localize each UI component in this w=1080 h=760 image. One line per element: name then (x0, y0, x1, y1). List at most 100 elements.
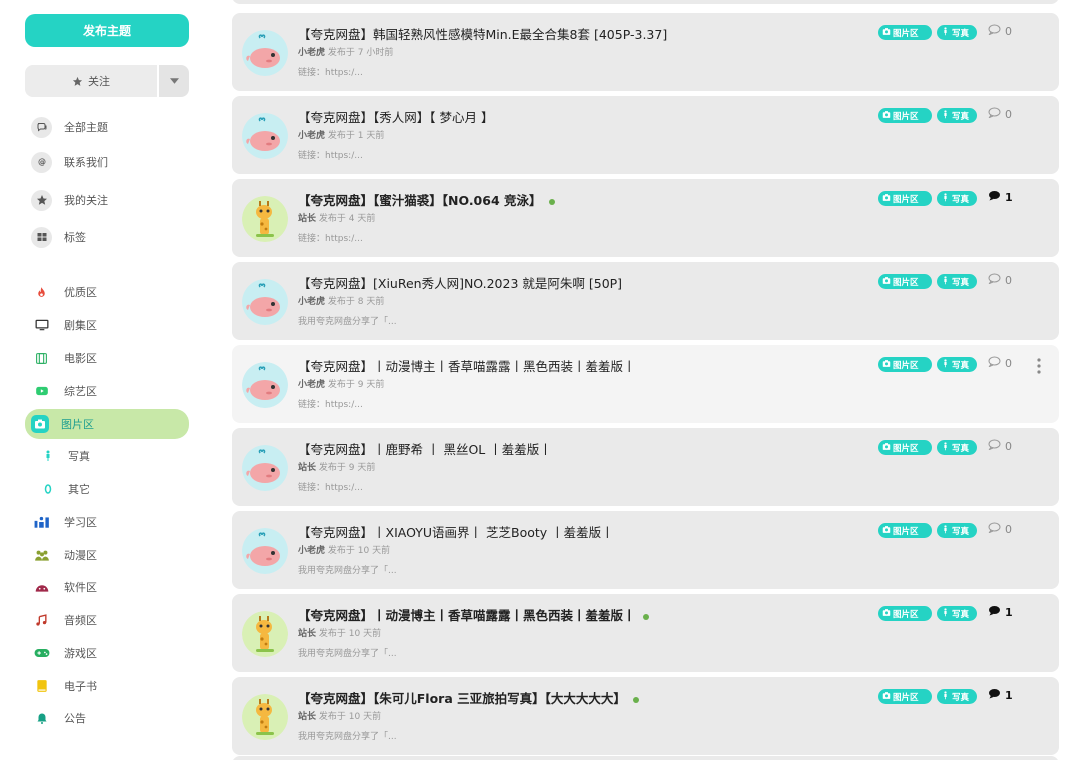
sidebar-category-label: 电子书 (64, 680, 97, 693)
sidebar-category-camera[interactable]: 图片区 (25, 409, 189, 439)
tag-picture-zone[interactable]: 图片区 (878, 25, 932, 40)
post-author[interactable]: 小老虎 (298, 131, 325, 141)
post-time: 发布于 10 天前 (318, 712, 382, 722)
avatar[interactable] (242, 113, 288, 159)
avatar[interactable] (242, 196, 288, 242)
post-author[interactable]: 小老虎 (298, 380, 325, 390)
list-item[interactable]: 【夸克网盘】【朱可儿Flora 三亚旅拍写真】【大大大大大】 站长 发布于 10… (232, 677, 1059, 755)
avatar[interactable] (242, 362, 288, 408)
list-item[interactable]: 【夸克网盘】韩国轻熟风性感模特Min.E最全合集8套 [405P-3.37] 小… (232, 13, 1059, 91)
avatar[interactable] (242, 445, 288, 491)
list-item[interactable] (232, 756, 1059, 760)
avatar[interactable] (242, 279, 288, 325)
sidebar-category-film[interactable]: 电影区 (25, 343, 189, 373)
post-author[interactable]: 站长 (298, 712, 316, 722)
tag-photoshoot[interactable]: 写真 (937, 357, 977, 372)
tag-picture-zone[interactable]: 图片区 (878, 274, 932, 289)
tag-photoshoot[interactable]: 写真 (937, 523, 977, 538)
sidebar-category-book[interactable]: 电子书 (25, 671, 189, 701)
tag-label: 图片区 (893, 526, 919, 537)
sidebar-category-zero[interactable]: 其它 (25, 474, 189, 504)
list-item[interactable]: 【夸克网盘】丨动漫博主丨香草喵露露丨黑色西装丨羞羞版丨 小老虎 发布于 9 天前… (232, 345, 1059, 423)
post-author[interactable]: 站长 (298, 214, 316, 224)
post-title[interactable]: 【夸克网盘】【秀人网】【 梦心月 】 (298, 107, 493, 126)
sidebar-category-studying[interactable]: 学习区 (25, 507, 189, 537)
sidebar-category-music[interactable]: 音频区 (25, 605, 189, 635)
music-icon (31, 610, 52, 631)
list-item[interactable]: 【夸克网盘】丨XIAOYU语画界丨 芝芝Booty 丨羞羞版丨 小老虎 发布于 … (232, 511, 1059, 589)
person-icon (941, 275, 950, 288)
tag-photoshoot[interactable]: 写真 (937, 108, 977, 123)
more-options-icon[interactable] (1036, 357, 1042, 375)
sidebar-category-gamepad[interactable]: 游戏区 (25, 638, 189, 668)
studying-icon (31, 512, 52, 533)
list-item[interactable] (232, 0, 1059, 4)
camera-icon (882, 110, 891, 122)
tag-picture-zone[interactable]: 图片区 (878, 357, 932, 372)
post-author[interactable]: 小老虎 (298, 546, 325, 556)
reply-count-value: 0 (1005, 522, 1012, 536)
sidebar-category-android[interactable]: 软件区 (25, 572, 189, 602)
camera-icon (882, 193, 891, 205)
post-title-text: 【夸克网盘】丨鹿野希 丨 黑丝OL 丨羞羞版丨 (298, 442, 552, 457)
start-discussion-button[interactable]: 发布主题 (25, 14, 189, 47)
tag-photoshoot[interactable]: 写真 (937, 440, 977, 455)
sidebar-item-at[interactable]: @ 联系我们 (25, 147, 189, 177)
sidebar-category-person[interactable]: 写真 (25, 441, 189, 471)
post-title[interactable]: 【夸克网盘】【蜜汁猫裘】【NO.064 竞泳】 (298, 190, 555, 209)
list-item[interactable]: 【夸克网盘】【蜜汁猫裘】【NO.064 竞泳】 站长 发布于 4 天前 链接：h… (232, 179, 1059, 257)
post-author[interactable]: 站长 (298, 629, 316, 639)
post-title[interactable]: 【夸克网盘】丨动漫博主丨香草喵露露丨黑色西装丨羞羞版丨 (298, 605, 649, 624)
post-title[interactable]: 【夸克网盘】【朱可儿Flora 三亚旅拍写真】【大大大大大】 (298, 688, 639, 707)
person-icon (941, 690, 950, 703)
post-author[interactable]: 站长 (298, 463, 316, 473)
post-title[interactable]: 【夸克网盘】丨XIAOYU语画界丨 芝芝Booty 丨羞羞版丨 (298, 522, 614, 541)
tag-picture-zone[interactable]: 图片区 (878, 440, 932, 455)
list-item[interactable]: 【夸克网盘】【秀人网】【 梦心月 】 小老虎 发布于 1 天前 链接：https… (232, 96, 1059, 174)
post-meta: 站长 发布于 10 天前 (298, 709, 381, 722)
avatar[interactable] (242, 611, 288, 657)
sidebar-category-youtube[interactable]: 综艺区 (25, 376, 189, 406)
tag-picture-zone[interactable]: 图片区 (878, 606, 932, 621)
tag-photoshoot[interactable]: 写真 (937, 274, 977, 289)
tag-photoshoot[interactable]: 写真 (937, 25, 977, 40)
list-item[interactable]: 【夸克网盘】丨鹿野希 丨 黑丝OL 丨羞羞版丨 站长 发布于 9 天前 链接：h… (232, 428, 1059, 506)
reply-count: 0 (988, 522, 1012, 536)
tag-picture-zone[interactable]: 图片区 (878, 191, 932, 206)
list-item[interactable]: 【夸克网盘】丨动漫博主丨香草喵露露丨黑色西装丨羞羞版丨 站长 发布于 10 天前… (232, 594, 1059, 672)
post-title[interactable]: 【夸克网盘】[XiuRen秀人网]NO.2023 就是阿朱啊 [50P] (298, 273, 622, 292)
tag-picture-zone[interactable]: 图片区 (878, 523, 932, 538)
tag-picture-zone[interactable]: 图片区 (878, 689, 932, 704)
sidebar-item-label: 全部主题 (64, 121, 108, 134)
sidebar-item-grid[interactable]: 标签 (25, 222, 189, 252)
post-author[interactable]: 小老虎 (298, 297, 325, 307)
tag-photoshoot[interactable]: 写真 (937, 606, 977, 621)
post-time: 发布于 7 小时前 (327, 48, 394, 58)
reply-count: 1 (988, 688, 1013, 702)
follow-dropdown-toggle[interactable] (159, 65, 189, 97)
follow-button[interactable]: 关注 (25, 65, 157, 97)
sidebar-category-monitor[interactable]: 剧集区 (25, 310, 189, 340)
tag-picture-zone[interactable]: 图片区 (878, 108, 932, 123)
sidebar-category-label: 优质区 (64, 286, 97, 299)
tag-photoshoot[interactable]: 写真 (937, 689, 977, 704)
reply-outline-icon (988, 24, 1001, 38)
person-icon (941, 607, 950, 620)
sidebar-item-star[interactable]: 我的关注 (25, 185, 189, 215)
post-excerpt: 链接：https:/... (298, 483, 363, 493)
chat-icon (31, 116, 52, 138)
avatar[interactable] (242, 30, 288, 76)
avatar[interactable] (242, 694, 288, 740)
post-title[interactable]: 【夸克网盘】丨动漫博主丨香草喵露露丨黑色西装丨羞羞版丨 (298, 356, 636, 375)
post-title[interactable]: 【夸克网盘】韩国轻熟风性感模特Min.E最全合集8套 [405P-3.37] (298, 24, 667, 43)
sidebar-category-flame[interactable]: 优质区 (25, 277, 189, 307)
at-icon: @ (31, 151, 52, 173)
list-item[interactable]: 【夸克网盘】[XiuRen秀人网]NO.2023 就是阿朱啊 [50P] 小老虎… (232, 262, 1059, 340)
tag-photoshoot[interactable]: 写真 (937, 191, 977, 206)
sidebar-category-bell[interactable]: 公告 (25, 703, 189, 733)
sidebar-item-chat[interactable]: 全部主题 (25, 112, 189, 142)
post-title[interactable]: 【夸克网盘】丨鹿野希 丨 黑丝OL 丨羞羞版丨 (298, 439, 552, 458)
post-author[interactable]: 小老虎 (298, 48, 325, 58)
sidebar-category-users[interactable]: 动漫区 (25, 540, 189, 570)
avatar[interactable] (242, 528, 288, 574)
